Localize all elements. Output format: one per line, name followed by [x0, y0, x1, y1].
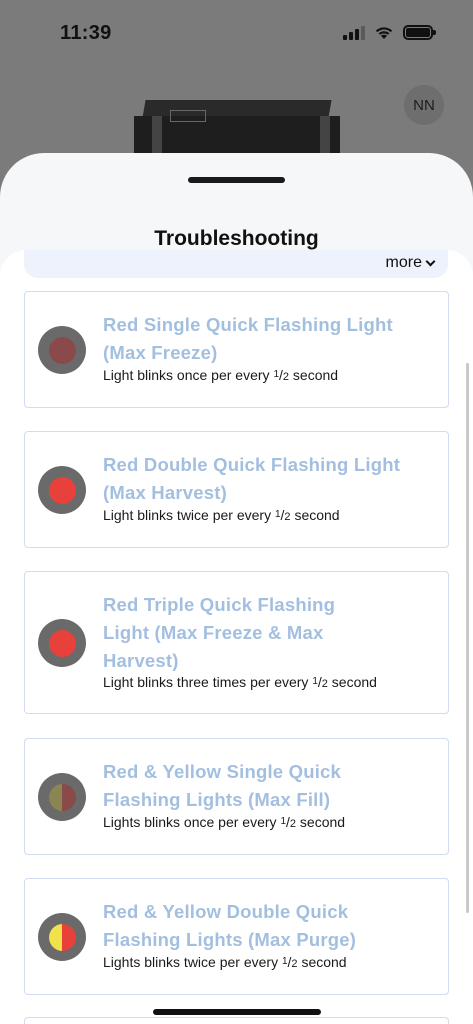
- card-title: Red Double Quick Flashing Light (Max Har…: [103, 454, 401, 503]
- card-description: Lights blinks once per every 1/2 second: [103, 814, 346, 830]
- card-description: Lights blinks twice per every 1/2 second: [103, 954, 347, 970]
- battery-icon: [403, 25, 436, 40]
- chevron-down-icon: [425, 256, 436, 266]
- filter-bar: more: [24, 250, 448, 278]
- red-icon: [38, 466, 86, 514]
- home-indicator: [153, 1009, 321, 1015]
- scrollbar[interactable]: [466, 363, 469, 913]
- list-item[interactable]: Red & Yellow Double Quick Flashing Light…: [24, 878, 449, 995]
- card-title: Red Triple Quick Flashing Light (Max Fre…: [103, 594, 336, 671]
- status-time: 11:39: [60, 22, 112, 44]
- status-bar: 11:39: [0, 0, 473, 60]
- card-title: Red & Yellow Double Quick Flashing Light…: [103, 901, 357, 950]
- more-toggle[interactable]: more: [385, 254, 436, 272]
- list-item[interactable]: Red & Yellow Single Quick Flashing Light…: [24, 738, 449, 855]
- card-description: Light blinks twice per every 1/2 second: [103, 507, 340, 523]
- cellular-signal-icon: [343, 25, 365, 40]
- status-icons: [343, 25, 436, 40]
- wifi-icon: [375, 27, 393, 39]
- list-item[interactable]: Red Triple Quick Flashing Light (Max Fre…: [24, 571, 449, 714]
- list-item[interactable]: [24, 1017, 449, 1024]
- sheet-grabber[interactable]: [188, 177, 285, 183]
- yellow-red-dim-icon: [38, 773, 86, 821]
- list-item[interactable]: Red Double Quick Flashing Light (Max Har…: [24, 431, 449, 548]
- card-title: Red Single Quick Flashing Light (Max Fre…: [103, 314, 393, 363]
- card-title: Red & Yellow Single Quick Flashing Light…: [103, 761, 342, 810]
- more-label: more: [385, 254, 422, 271]
- yellow-red-icon: [38, 913, 86, 961]
- red-dim-icon: [38, 326, 86, 374]
- list-item[interactable]: Red Single Quick Flashing Light (Max Fre…: [24, 291, 449, 408]
- card-description: Light blinks once per every 1/2 second: [103, 367, 339, 383]
- sheet-title: Troubleshooting: [154, 227, 319, 250]
- red-icon: [38, 619, 86, 667]
- card-description: Light blinks three times per every 1/2 s…: [103, 674, 377, 690]
- avatar[interactable]: NN: [404, 85, 444, 125]
